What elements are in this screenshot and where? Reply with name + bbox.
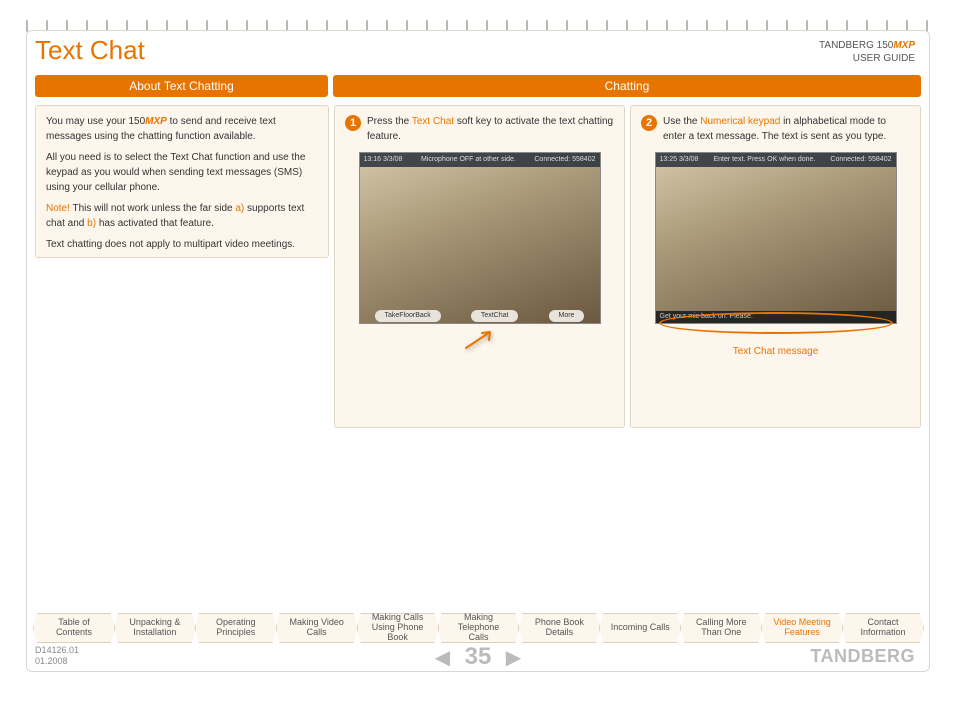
bottom-nav: Table of ContentsUnpacking & Installatio… <box>33 613 923 643</box>
page-number-area: ◀ 35 ▶ <box>27 643 929 671</box>
step2-panel: 2 Use the Numerical keypad in alphabetic… <box>630 105 921 428</box>
product-subtitle: USER GUIDE <box>853 53 915 64</box>
prev-page-arrow[interactable]: ◀ <box>435 645 450 670</box>
page-frame: Text Chat TANDBERG 150MXP USER GUIDE Abo… <box>26 30 930 672</box>
tab-about[interactable]: About Text Chatting <box>35 75 328 97</box>
header-product: TANDBERG 150MXP USER GUIDE <box>819 39 915 65</box>
tab-chatting[interactable]: Chatting <box>333 75 921 97</box>
softkey-1: TakeFloorBack <box>375 310 441 323</box>
softkey-3: More <box>549 310 585 323</box>
page-number: 35 <box>465 643 492 670</box>
about-panel: You may use your 150MXP to send and rece… <box>35 105 329 258</box>
nav-item-0[interactable]: Table of Contents <box>33 613 115 643</box>
arrow-annotation <box>345 328 614 357</box>
step1-screenshot: 13:16 3/3/08 Microphone OFF at other sid… <box>359 152 601 324</box>
nav-item-10[interactable]: Contact Information <box>842 613 924 643</box>
next-page-arrow[interactable]: ▶ <box>506 645 521 670</box>
page-title: Text Chat <box>35 35 145 66</box>
section-tabs: About Text Chatting Chatting <box>35 75 921 97</box>
nav-item-8[interactable]: Calling More Than One <box>680 613 762 643</box>
content-row: You may use your 150MXP to send and rece… <box>35 105 921 428</box>
nav-item-7[interactable]: Incoming Calls <box>599 613 681 643</box>
step2-badge: 2 <box>641 115 657 131</box>
nav-item-4[interactable]: Making Calls Using Phone Book <box>357 613 439 643</box>
nav-item-6[interactable]: Phone Book Details <box>518 613 600 643</box>
step1-badge: 1 <box>345 115 361 131</box>
brand-logo: TANDBERG <box>810 646 915 667</box>
product-prefix: TANDBERG 150 <box>819 40 893 51</box>
product-suffix: MXP <box>893 40 915 51</box>
nav-item-3[interactable]: Making Video Calls <box>276 613 358 643</box>
step2-caption: Text Chat message <box>641 344 910 359</box>
ellipse-annotation <box>659 312 893 334</box>
step2-screenshot: 13:25 3/3/08 Enter text. Press OK when d… <box>655 152 897 324</box>
nav-item-5[interactable]: Making Telephone Calls <box>438 613 520 643</box>
softkey-2: TextChat <box>471 310 519 323</box>
nav-item-9[interactable]: Video Meeting Features <box>761 613 843 643</box>
step1-panel: 1 Press the Text Chat soft key to activa… <box>334 105 625 428</box>
nav-item-1[interactable]: Unpacking & Installation <box>114 613 196 643</box>
nav-item-2[interactable]: Operating Principles <box>195 613 277 643</box>
